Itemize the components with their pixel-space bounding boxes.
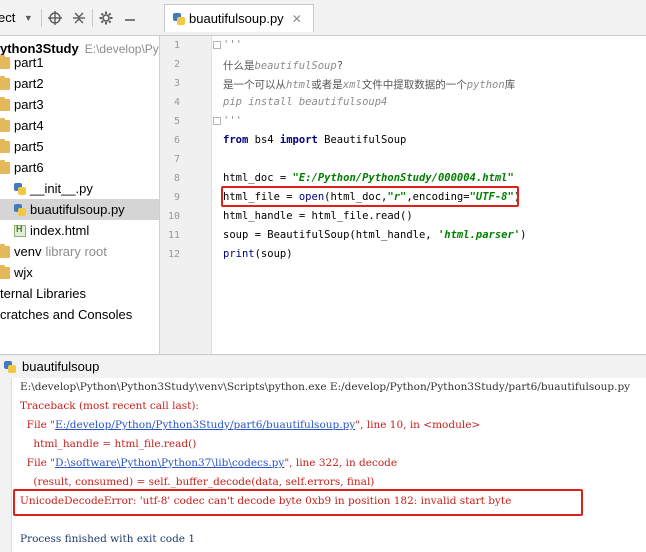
run-console[interactable]: E:\develop\Python\Python3Study\venv\Scri…: [12, 378, 646, 552]
line-number: 1: [173, 40, 180, 51]
tree-item-part4[interactable]: part4: [0, 115, 159, 136]
line-number: 9: [173, 192, 180, 203]
tree-item-buautifulsoup-py[interactable]: buautifulsoup.py: [0, 199, 159, 220]
tree-item-scratches[interactable]: cratches and Consoles: [0, 304, 159, 325]
code-line-2: 什么是beautifulSoup?: [223, 60, 344, 72]
console-traceback-file-1: File "E:/develop/Python/Python3Study/par…: [20, 419, 481, 431]
tree-item-label: __init__.py: [30, 181, 93, 196]
code-line-1: ''': [223, 39, 242, 51]
tree-item-label: buautifulsoup.py: [30, 202, 125, 217]
tree-item-part1[interactable]: part1: [0, 52, 159, 73]
folder-icon: [0, 75, 10, 90]
code-line-3: 是一个可以从html或者是xml文件中提取数据的一个python库: [223, 79, 516, 91]
console-error-message: UnicodeDecodeError: 'utf-8' codec can't …: [20, 495, 512, 507]
hide-panel-icon[interactable]: [121, 9, 139, 27]
folder-icon: [0, 243, 10, 258]
code-line-9: html_file = open(html_doc,"r",encoding="…: [223, 191, 521, 203]
tree-item-label: index.html: [30, 223, 90, 238]
line-number: 11: [167, 230, 180, 241]
close-icon[interactable]: ✕: [292, 12, 302, 26]
tree-item-init-py[interactable]: __init__.py: [0, 178, 159, 199]
collapse-all-icon[interactable]: [70, 9, 88, 27]
project-tree: ython3Study E:\develop\Py part1 part2 pa…: [0, 36, 160, 354]
crosshair-icon[interactable]: [46, 9, 64, 27]
folder-icon: [0, 54, 10, 69]
tree-item-label: part6: [14, 160, 44, 175]
line-number: 10: [167, 211, 180, 222]
python-file-icon: [14, 203, 26, 216]
line-number: 6: [173, 135, 180, 146]
file-link-codecs[interactable]: D:\software\Python\Python37\lib\codecs.p…: [55, 457, 284, 469]
console-exit-message: Process finished with exit code 1: [20, 533, 196, 545]
run-tool-window-header: buautifulsoup: [0, 354, 646, 378]
code-line-4: pip install beautifulsoup4: [223, 96, 388, 108]
line-number: 5: [173, 116, 180, 127]
code-line-8: html_doc = "E:/Python/PythonStudy/000004…: [223, 172, 514, 184]
project-toolbar: ect ▼: [0, 0, 160, 36]
python-file-icon: [14, 182, 26, 195]
run-toolbar: [0, 378, 12, 552]
folder-icon: [0, 138, 10, 153]
html-file-icon: [14, 224, 26, 237]
tree-item-external-libraries[interactable]: ternal Libraries: [0, 283, 159, 304]
tree-item-part2[interactable]: part2: [0, 73, 159, 94]
python-run-icon: [4, 360, 16, 373]
code-line-12: print(soup): [223, 248, 293, 260]
editor-tab-bar: buautifulsoup.py ✕: [160, 0, 646, 36]
line-number: 2: [173, 59, 180, 70]
library-root-label: library root: [45, 244, 107, 259]
line-number: 8: [173, 173, 180, 184]
tab-buautifulsoup-py[interactable]: buautifulsoup.py ✕: [164, 4, 314, 32]
line-number: 12: [167, 249, 180, 260]
code-line-5: ''': [223, 115, 242, 127]
line-gutter: 1 2 3 4 5 6 7 8 9 10 11 12: [160, 36, 212, 354]
tree-item-index-html[interactable]: index.html: [0, 220, 159, 241]
toolbar-separator: [92, 8, 94, 27]
line-number: 7: [173, 154, 180, 165]
tree-item-label: cratches and Consoles: [0, 307, 133, 322]
folder-icon: [0, 159, 10, 174]
tree-item-label: venv: [14, 244, 42, 259]
console-traceback-code-2: (result, consumed) = self._buffer_decode…: [20, 476, 375, 488]
console-traceback-file-2: File "D:\software\Python\Python37\lib\co…: [20, 457, 398, 469]
toolbar-separator: [41, 8, 43, 27]
tree-item-part5[interactable]: part5: [0, 136, 159, 157]
code-line-11: soup = BeautifulSoup(html_handle, 'html.…: [223, 229, 527, 241]
console-command-line: E:\develop\Python\Python3Study\venv\Scri…: [20, 381, 631, 393]
line-number: 4: [173, 97, 180, 108]
tree-item-label: part1: [14, 55, 44, 70]
tree-item-part3[interactable]: part3: [0, 94, 159, 115]
tab-label: buautifulsoup.py: [189, 11, 284, 26]
file-link-buautifulsoup[interactable]: E:/develop/Python/Python3Study/part6/bua…: [55, 419, 355, 431]
run-tab-buautifulsoup[interactable]: buautifulsoup: [22, 359, 99, 374]
project-view-selector[interactable]: ect: [0, 10, 15, 25]
tree-item-part6[interactable]: part6: [0, 157, 159, 178]
fold-marker[interactable]: [213, 117, 221, 125]
line-number: 3: [173, 78, 180, 89]
folder-icon: [0, 96, 10, 111]
dropdown-icon[interactable]: ▼: [19, 9, 37, 27]
tree-item-wjx[interactable]: wjx: [0, 262, 159, 283]
python-file-icon: [173, 12, 185, 25]
code-line-6: from bs4 import BeautifulSoup: [223, 134, 407, 146]
folder-icon: [0, 117, 10, 132]
folder-icon: [0, 264, 10, 279]
tree-item-label: part2: [14, 76, 44, 91]
tree-item-label: part4: [14, 118, 44, 133]
gear-icon[interactable]: [97, 9, 115, 27]
code-line-10: html_handle = html_file.read(): [223, 210, 413, 222]
tree-item-label: part3: [14, 97, 44, 112]
console-traceback-header: Traceback (most recent call last):: [20, 400, 199, 412]
tree-item-venv[interactable]: venv library root: [0, 241, 159, 262]
fold-marker[interactable]: [213, 41, 221, 49]
code-editor[interactable]: 1 2 3 4 5 6 7 8 9 10 11 12 ''' 什么是beauti…: [160, 36, 646, 354]
tree-item-label: wjx: [14, 265, 33, 280]
tree-item-label: part5: [14, 139, 44, 154]
console-traceback-code-1: html_handle = html_file.read(): [20, 438, 197, 450]
tree-item-label: ternal Libraries: [0, 286, 86, 301]
